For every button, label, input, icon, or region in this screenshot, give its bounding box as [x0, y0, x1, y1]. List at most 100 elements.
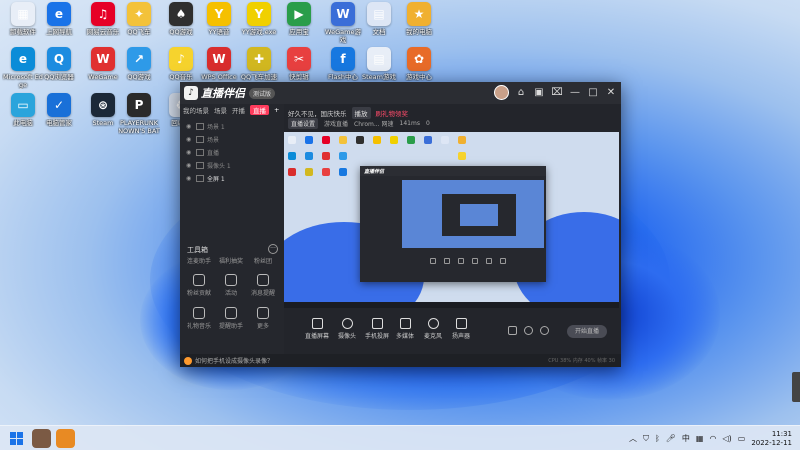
desktop-icon[interactable]: ✂ 快剪辑 [278, 47, 320, 81]
stream-preview[interactable]: 直播伴侣 [284, 132, 619, 308]
source-controls: 直播屏幕 摄像头 手机投屏 多媒体 麦克风 扬声器 开始直播 [284, 308, 621, 354]
status-message[interactable]: 如何把手机设成摄像头录像？ [195, 356, 273, 365]
desktop-icon[interactable]: ▶ 应用宝 [278, 2, 320, 36]
tool-item[interactable]: 更多 [248, 307, 278, 330]
screen-icon[interactable]: ▣ [533, 86, 545, 100]
status-bar: 如何把手机设成摄像头录像？ CPU 38% 内存 40% 帧率 30 [180, 354, 621, 367]
input-language[interactable]: 中 [682, 433, 690, 444]
user-avatar[interactable] [494, 85, 509, 100]
microphone-button[interactable]: 麦克风 [418, 318, 448, 340]
add-tab-icon[interactable]: + [274, 106, 279, 114]
eye-icon[interactable]: ◉ [186, 149, 196, 156]
start-button[interactable] [10, 432, 23, 445]
desktop-icon[interactable]: ♠ QQ游戏 [160, 2, 202, 36]
desktop-icon[interactable]: ▤ Steam游戏 [358, 47, 400, 81]
tool-item[interactable]: 消息提醒 [248, 274, 278, 297]
maximize-button[interactable]: □ [587, 86, 599, 100]
settings-gear-icon[interactable] [540, 326, 549, 335]
stream-title[interactable]: 好久不见，国庆快乐 [288, 108, 347, 118]
desktop-icon-label: QQ飞车加速 [240, 73, 278, 81]
taskbar-app-avatar[interactable] [32, 429, 51, 448]
battery-icon[interactable]: ▭ [738, 434, 746, 443]
tool-item[interactable]: 福利抽奖 [216, 256, 246, 265]
desktop-icon[interactable]: W WPS Office [198, 47, 240, 81]
gift-link[interactable]: 刷礼物领奖 [376, 108, 409, 118]
screen-capture-button[interactable]: 直播屏幕 [302, 318, 332, 340]
desktop-icon[interactable]: Y YY语音 [198, 2, 240, 36]
security-icon[interactable]: ⛉ [643, 434, 649, 444]
tab-broadcast[interactable]: 开播 [232, 105, 245, 115]
nested-app-title: 直播伴侣 [360, 166, 546, 176]
app-icon: e [47, 2, 71, 26]
home-icon[interactable]: ⌂ [515, 86, 527, 100]
media-icon [399, 318, 411, 329]
desktop-icon-label: WPS Office [201, 73, 237, 81]
mic-icon[interactable]: 🎤︎ [666, 434, 676, 443]
scene-item[interactable]: ◉ 摄像头 1 [180, 159, 284, 172]
window-titlebar[interactable]: ♪ 直播伴侣 测试版 ⌂ ▣ ⌧ — □ ✕ [180, 82, 621, 104]
desktop-icon[interactable]: ▤ 文档 [358, 2, 400, 36]
wifi-icon[interactable]: ◠ [709, 434, 716, 443]
nested-app-window: 直播伴侣 [360, 166, 546, 282]
scene-item[interactable]: ◉ 全屏 1 [180, 172, 284, 185]
close-button[interactable]: ✕ [605, 86, 617, 100]
scene-item[interactable]: ◉ 直播 [180, 146, 284, 159]
desktop-icon[interactable]: ✓ 电脑管家 [38, 93, 80, 127]
tab-scenes[interactable]: 场景 [214, 105, 227, 115]
clock[interactable]: 11:31 2022-12-11 [751, 430, 792, 448]
eye-icon[interactable]: ◉ [186, 175, 196, 182]
scene-item[interactable]: ◉ 场景 [180, 133, 284, 146]
desktop-icon-label: YY语音 [208, 28, 230, 36]
app-icon: Y [247, 2, 271, 26]
preview-icon [356, 136, 364, 144]
app-icon: ⊛ [91, 93, 115, 117]
desktop-icon[interactable]: e 上网导航 [38, 2, 80, 36]
desktop-icon-label: 应用宝 [289, 28, 309, 36]
phone-cast-button[interactable]: 手机投屏 [362, 318, 392, 340]
desktop-icon[interactable]: ↗ QQ游戏 [118, 47, 160, 81]
tool-item[interactable]: 粉丝贡献 [184, 274, 214, 297]
toolbox-more-icon[interactable]: ··· [268, 244, 278, 254]
tool-item[interactable]: 连麦助手 [184, 256, 214, 265]
desktop-icon[interactable]: Q QQ浏览器 [38, 47, 80, 81]
minimize-button[interactable]: — [569, 86, 581, 100]
tool-item[interactable]: 提醒助手 [216, 307, 246, 330]
live-settings-chip[interactable]: 直播设置 [288, 118, 319, 129]
app-icon: ♫ [91, 2, 115, 26]
tab-my-scenes[interactable]: 我的场景 [183, 105, 209, 115]
desktop-icon[interactable]: ★ 我的电脑 [398, 2, 440, 36]
camera-button[interactable]: 摄像头 [332, 318, 362, 340]
category-label[interactable]: 游戏直播 [324, 119, 348, 128]
taskbar-app-live[interactable] [56, 429, 75, 448]
volume-icon[interactable]: ◁) [722, 434, 731, 443]
media-button[interactable]: 多媒体 [390, 318, 420, 340]
desktop-icon[interactable]: ✚ QQ飞车加速 [238, 47, 280, 81]
eye-icon[interactable]: ◉ [186, 123, 196, 130]
app-icon: ↗ [127, 47, 151, 71]
eye-icon[interactable]: ◉ [186, 162, 196, 169]
desktop-icon[interactable]: ♪ QQ音乐 [160, 47, 202, 81]
tool-item[interactable]: 活动 [216, 274, 246, 297]
recorder-side-handle[interactable] [792, 372, 800, 402]
version-tag: 测试版 [249, 87, 276, 99]
desktop-icon-label: QQ游戏 [127, 73, 151, 81]
tab-live[interactable]: 直播 [250, 105, 269, 115]
speaker-button[interactable]: 扬声器 [446, 318, 476, 340]
desktop-icon[interactable]: Y YY游戏.exe [238, 2, 280, 36]
scene-item[interactable]: ◉ 场景 1 [180, 120, 284, 133]
desktop-icon[interactable]: ✿ 游戏中心 [398, 47, 440, 81]
record-icon[interactable] [508, 326, 517, 335]
bluetooth-icon[interactable]: ᛒ [655, 434, 660, 443]
eye-icon[interactable]: ◉ [186, 136, 196, 143]
chevron-up-icon[interactable]: ︿ [629, 433, 637, 444]
grid-icon[interactable]: ▦ [696, 434, 704, 443]
settings-icon[interactable]: ⌧ [551, 86, 563, 100]
tool-item[interactable]: 礼物音乐 [184, 307, 214, 330]
eye-icon[interactable] [524, 326, 533, 335]
nested-controls [430, 258, 506, 264]
start-live-button[interactable]: 开始直播 [567, 325, 607, 338]
tool-item[interactable]: 粉丝团 [248, 256, 278, 265]
app-icon: ♪ [169, 47, 193, 71]
desktop-icon[interactable]: P PLAYERUNKNOWN'S BATTLEGR [118, 93, 160, 135]
desktop-icon[interactable]: ✦ QQ飞车 [118, 2, 160, 36]
